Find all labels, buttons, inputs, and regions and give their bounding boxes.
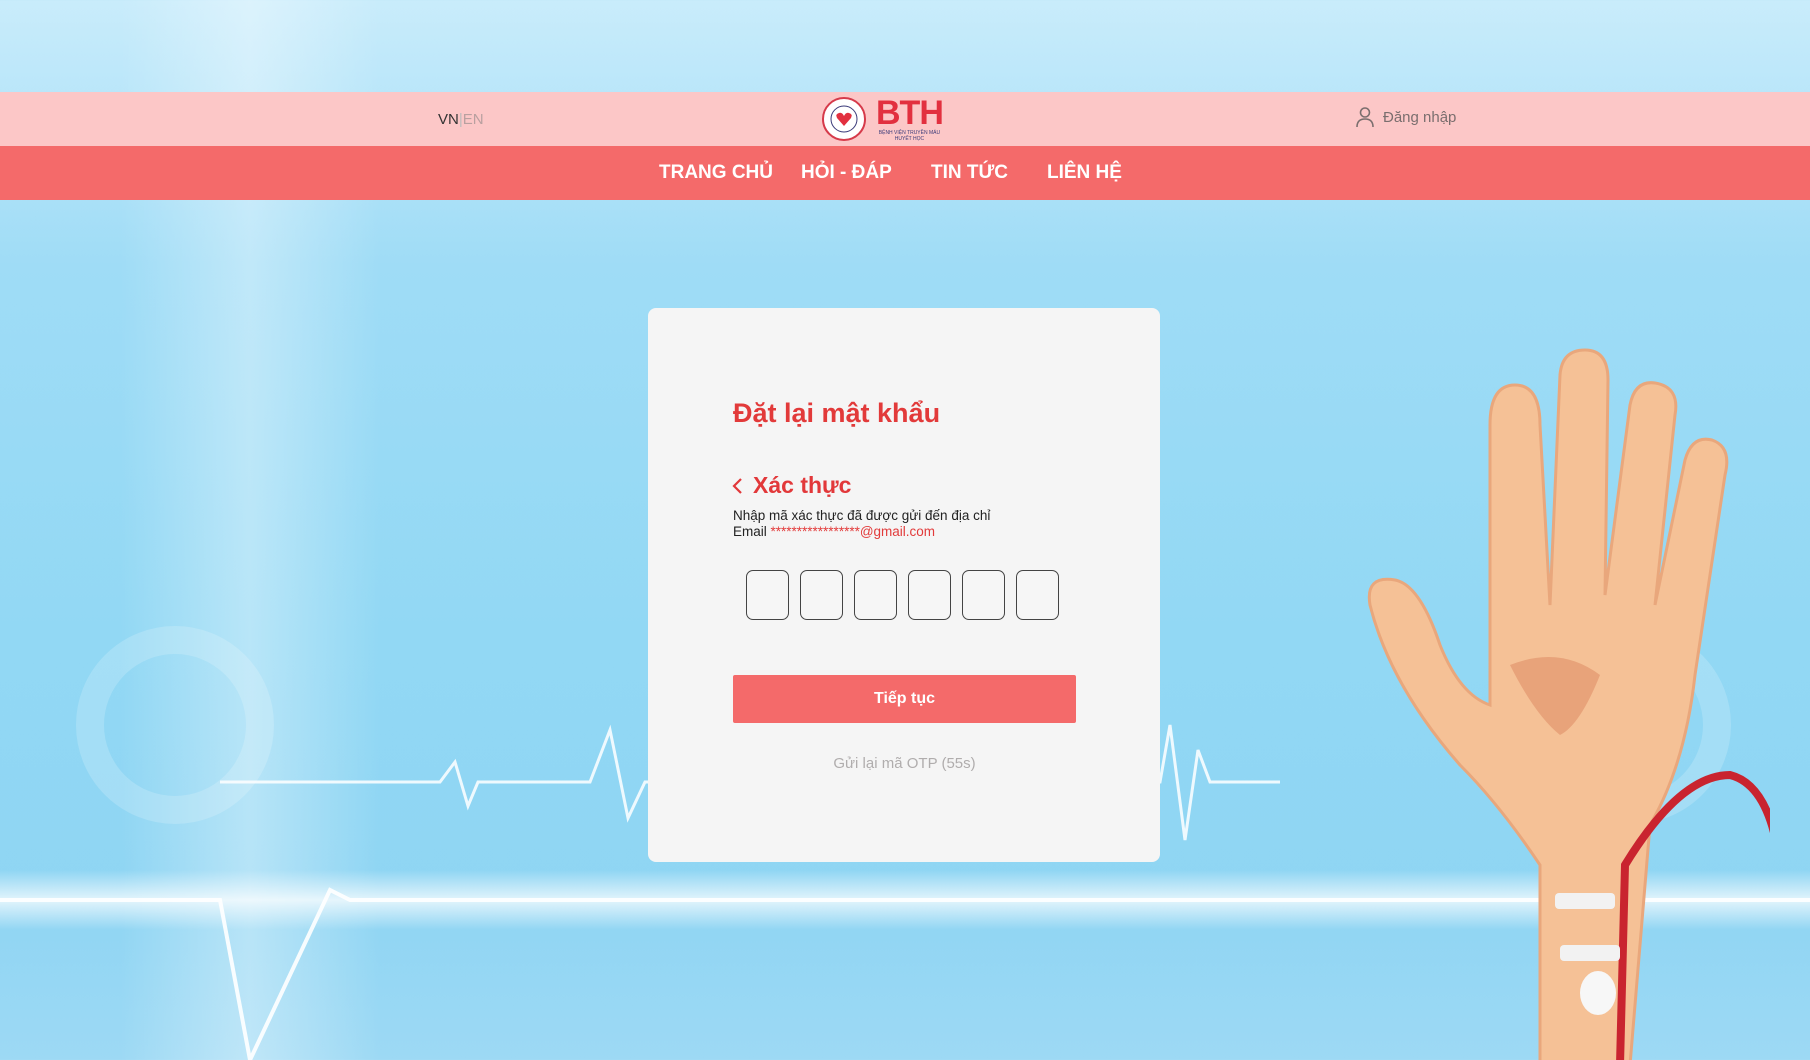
nav-item-faq[interactable]: HỎI - ĐÁP: [801, 162, 892, 184]
main-nav: TRANG CHỦ HỎI - ĐÁP TIN TỨC LIÊN HỆ: [0, 146, 1810, 200]
logo-seal-icon: [822, 97, 866, 141]
nav-item-news[interactable]: TIN TỨC: [931, 162, 1008, 184]
logo-subtitle-line2: HUYẾT HỌC: [894, 136, 925, 142]
lang-vn[interactable]: VN: [438, 111, 459, 128]
reset-password-card: Đặt lại mật khẩu Xác thực Nhập mã xác th…: [648, 308, 1160, 862]
otp-digit-1[interactable]: [746, 570, 789, 620]
otp-digit-5[interactable]: [962, 570, 1005, 620]
chevron-left-icon: [732, 477, 742, 494]
login-label: Đăng nhập: [1383, 108, 1457, 126]
login-link[interactable]: Đăng nhập: [1355, 106, 1456, 128]
otp-instructions-line1: Nhập mã xác thực đã được gửi đến địa chỉ: [733, 508, 991, 523]
lang-en[interactable]: EN: [463, 111, 484, 128]
nav-item-contact[interactable]: LIÊN HỆ: [1047, 162, 1122, 184]
otp-digit-2[interactable]: [800, 570, 843, 620]
back-button[interactable]: Xác thực: [731, 472, 851, 499]
otp-email-prefix: Email: [733, 524, 771, 539]
top-bar: VN|EN BTH BỆNH VIỆN TRUYỀN MÁU HUYẾT HỌC…: [0, 92, 1810, 146]
resend-otp-link[interactable]: Gửi lại mã OTP (55s): [733, 755, 1076, 772]
step-title: Xác thực: [753, 472, 852, 498]
continue-button[interactable]: Tiếp tục: [733, 675, 1076, 723]
otp-instructions: Nhập mã xác thực đã được gửi đến địa chỉ…: [733, 508, 990, 540]
logo-wordmark: BTH BỆNH VIỆN TRUYỀN MÁU HUYẾT HỌC: [876, 94, 944, 142]
otp-input-group: [746, 570, 1070, 620]
hand-blood-donation-illustration: [1367, 348, 1770, 1060]
nav-item-home[interactable]: TRANG CHỦ: [659, 162, 773, 184]
otp-digit-6[interactable]: [1016, 570, 1059, 620]
page-title: Đặt lại mật khẩu: [733, 398, 941, 428]
otp-digit-4[interactable]: [908, 570, 951, 620]
otp-digit-3[interactable]: [854, 570, 897, 620]
masked-email: *****************@gmail.com: [770, 524, 936, 539]
logo-letters: BTH: [876, 94, 944, 132]
background-light-band: [0, 870, 1810, 930]
language-switcher[interactable]: VN|EN: [438, 111, 484, 128]
user-icon: [1356, 107, 1374, 128]
hospital-logo[interactable]: BTH BỆNH VIỆN TRUYỀN MÁU HUYẾT HỌC: [822, 93, 944, 145]
